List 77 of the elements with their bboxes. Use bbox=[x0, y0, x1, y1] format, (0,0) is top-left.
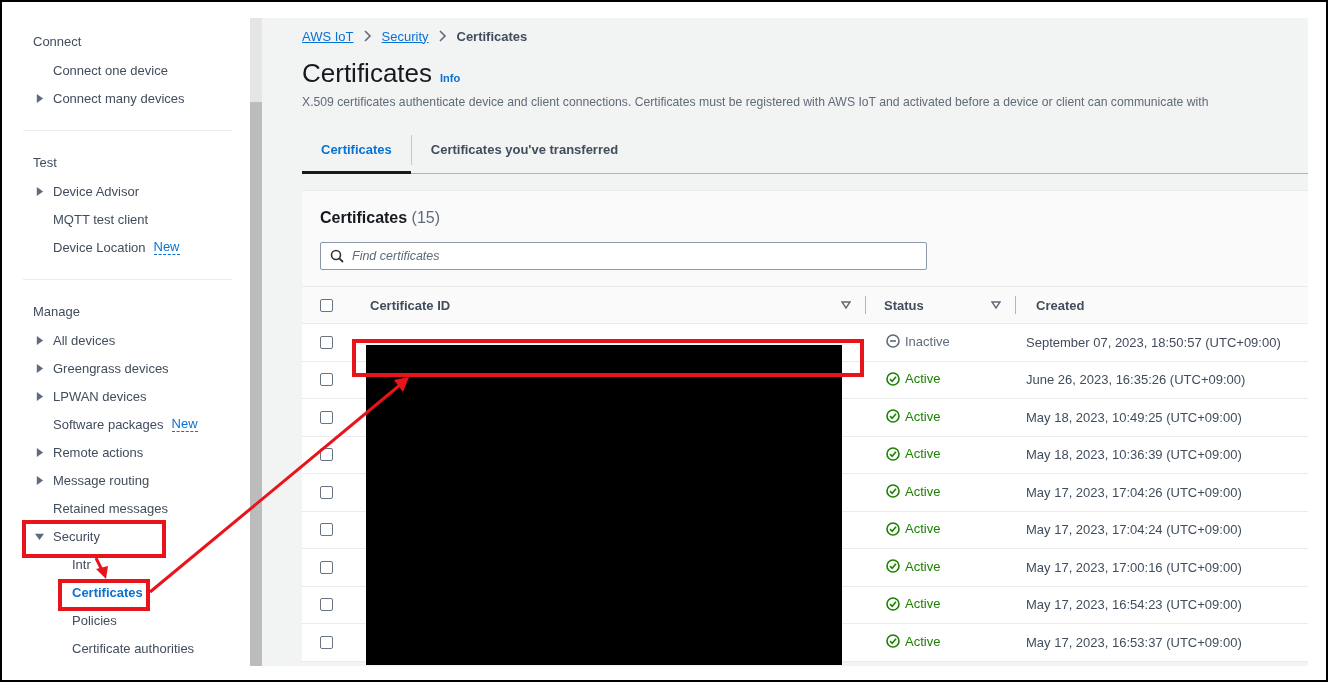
created-date: May 18, 2023, 10:36:39 (UTC+09:00) bbox=[1025, 447, 1242, 463]
breadcrumb-link[interactable]: Security bbox=[381, 28, 429, 44]
created-date: May 17, 2023, 17:00:16 (UTC+09:00) bbox=[1025, 559, 1242, 575]
page-title: Certificates bbox=[302, 58, 433, 89]
section-heading: Connect bbox=[32, 33, 83, 51]
breadcrumb-link[interactable]: AWS IoT bbox=[302, 28, 354, 44]
select-all-checkbox[interactable] bbox=[320, 298, 333, 312]
row-checkbox[interactable] bbox=[320, 410, 333, 424]
tab[interactable]: Certificates you've transferred bbox=[411, 127, 638, 174]
status-text: Active bbox=[905, 483, 941, 499]
column-header[interactable]: Certificate ID bbox=[370, 297, 841, 313]
created-date: May 17, 2023, 17:04:26 (UTC+09:00) bbox=[1025, 484, 1242, 500]
created-date: May 17, 2023, 17:04:24 (UTC+09:00) bbox=[1025, 522, 1242, 538]
column-header[interactable]: Status bbox=[884, 297, 991, 313]
breadcrumb-current: Certificates bbox=[456, 28, 528, 44]
status-text: Inactive bbox=[905, 333, 950, 349]
chevron-icon bbox=[363, 30, 372, 42]
row-checkbox[interactable] bbox=[320, 373, 333, 387]
nav-link[interactable]: Connect many devices bbox=[53, 90, 185, 106]
nav-link[interactable]: Message routing bbox=[53, 472, 150, 488]
sort-icon[interactable] bbox=[991, 301, 1001, 309]
nav-link[interactable]: Security bbox=[53, 528, 100, 544]
tab[interactable]: Certificates bbox=[302, 127, 411, 174]
row-checkbox[interactable] bbox=[320, 335, 333, 349]
section-heading: Test bbox=[32, 154, 58, 172]
nav-link[interactable]: Intr bbox=[72, 556, 91, 572]
nav-link[interactable]: Device Advisor bbox=[53, 183, 139, 199]
item-count: (15) bbox=[411, 209, 441, 226]
new-badge[interactable]: New bbox=[153, 239, 180, 255]
annotation-arrow bbox=[94, 557, 108, 579]
caret-icon[interactable] bbox=[35, 391, 44, 401]
nav-link[interactable]: Policies bbox=[72, 612, 117, 628]
nav-link[interactable]: Certificate authorities bbox=[72, 640, 195, 656]
nav-link[interactable]: Greengrass devices bbox=[53, 360, 169, 376]
nav-link[interactable]: Remote actions bbox=[53, 444, 144, 460]
created-date: May 17, 2023, 16:54:23 (UTC+09:00) bbox=[1025, 597, 1242, 613]
created-date: June 26, 2023, 16:35:26 (UTC+09:00) bbox=[1025, 372, 1246, 388]
row-checkbox[interactable] bbox=[320, 523, 333, 537]
created-date: May 17, 2023, 16:53:37 (UTC+09:00) bbox=[1025, 634, 1242, 650]
status-text: Active bbox=[905, 596, 941, 611]
status-text: Active bbox=[905, 633, 941, 649]
search-icon bbox=[330, 249, 344, 263]
nav-link[interactable]: LPWAN devices bbox=[53, 388, 147, 404]
status-text: Active bbox=[905, 371, 941, 386]
status-text: Active bbox=[905, 521, 941, 536]
row-checkbox[interactable] bbox=[320, 635, 333, 649]
created-date: September 07, 2023, 18:50:57 (UTC+09:00) bbox=[1025, 334, 1281, 350]
nav-link[interactable]: Retained messages bbox=[53, 500, 168, 516]
row-checkbox[interactable] bbox=[320, 598, 333, 612]
caret-icon[interactable] bbox=[35, 335, 44, 345]
status-text: Active bbox=[905, 558, 941, 574]
status-text: Active bbox=[905, 446, 941, 461]
caret-icon[interactable] bbox=[35, 186, 44, 196]
section-heading: Manage bbox=[32, 303, 81, 321]
chevron-icon bbox=[438, 30, 447, 42]
status-text: Active bbox=[905, 408, 941, 424]
info-link[interactable]: Info bbox=[440, 72, 461, 84]
created-date: May 18, 2023, 10:49:25 (UTC+09:00) bbox=[1025, 409, 1242, 425]
search-field[interactable]: Find certificates bbox=[320, 242, 927, 270]
caret-icon[interactable] bbox=[35, 363, 44, 373]
row-checkbox[interactable] bbox=[320, 560, 333, 574]
nav-link[interactable]: Device Location bbox=[53, 239, 146, 255]
sort-icon[interactable] bbox=[841, 301, 851, 309]
nav-link[interactable]: All devices bbox=[53, 332, 116, 348]
table-title: Certificates bbox=[320, 209, 408, 226]
nav-link[interactable]: MQTT test client bbox=[53, 211, 149, 227]
nav-link[interactable]: Software packages bbox=[53, 416, 164, 432]
column-header[interactable]: Created bbox=[1026, 297, 1308, 313]
nav-link[interactable]: Connect one device bbox=[53, 62, 168, 78]
caret-icon[interactable] bbox=[35, 93, 44, 103]
caret-icon[interactable] bbox=[35, 475, 44, 485]
page-description: X.509 certificates authenticate device and client connections. Certificates must be registered with AWS IoT and activated before a device or client can communicate with bbox=[302, 95, 1210, 109]
caret-icon[interactable] bbox=[35, 447, 44, 457]
caret-icon[interactable] bbox=[35, 531, 44, 541]
nav-link[interactable]: Certificates bbox=[72, 584, 143, 600]
new-badge[interactable]: New bbox=[171, 416, 198, 432]
row-checkbox[interactable] bbox=[320, 485, 333, 499]
